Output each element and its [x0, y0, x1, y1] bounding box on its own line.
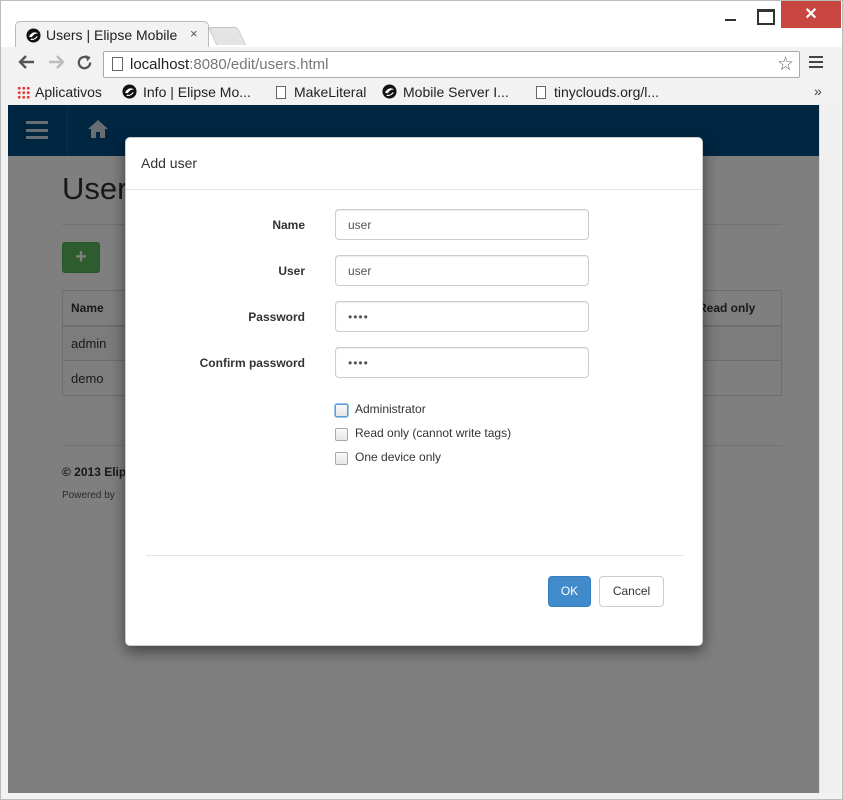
window-close-button[interactable]: ✕ — [781, 1, 841, 28]
bookmark-makeliteral[interactable]: MakeLiteral — [276, 84, 366, 100]
page-icon — [112, 57, 123, 71]
add-user-dialog: Add user Name User Password Confirm pass… — [125, 137, 703, 646]
name-label: Name — [272, 218, 305, 232]
dialog-header-divider — [126, 189, 702, 190]
administrator-checkbox-label[interactable]: Administrator — [355, 402, 426, 416]
cancel-button[interactable]: Cancel — [599, 576, 664, 607]
minimize-button[interactable] — [713, 5, 749, 27]
user-field[interactable] — [335, 255, 589, 286]
page-icon — [536, 86, 546, 99]
reload-icon[interactable] — [76, 54, 93, 74]
elipse-logo-icon — [122, 84, 137, 99]
maximize-button[interactable] — [747, 5, 781, 27]
one-device-checkbox[interactable] — [335, 452, 348, 465]
browser-tab[interactable]: Users | Elipse Mobile × — [15, 21, 209, 48]
bookmark-info-elipse[interactable]: Info | Elipse Mo... — [122, 84, 251, 100]
new-tab-button[interactable] — [207, 27, 247, 45]
address-bar[interactable]: localhost:8080/edit/users.html ☆ — [103, 51, 800, 78]
dialog-footer-divider — [146, 555, 684, 556]
bookmarks-bar: Aplicativos Info | Elipse Mo... MakeLite… — [1, 81, 842, 106]
password-label: Password — [248, 310, 305, 324]
apps-grid-icon — [17, 86, 30, 99]
read-only-checkbox[interactable] — [335, 428, 348, 441]
confirm-password-label: Confirm password — [199, 356, 305, 370]
tab-title: Users | Elipse Mobile — [46, 27, 178, 43]
password-field[interactable] — [335, 301, 589, 332]
user-label: User — [278, 264, 305, 278]
page-icon — [276, 86, 286, 99]
elipse-logo-icon — [382, 84, 397, 99]
tab-close-icon[interactable]: × — [190, 26, 198, 41]
browser-menu-icon[interactable] — [809, 56, 823, 68]
administrator-checkbox[interactable] — [335, 404, 348, 417]
bookmark-mobile-server[interactable]: Mobile Server I... — [382, 84, 509, 100]
title-bar: Users | Elipse Mobile × ✕ — [1, 1, 842, 48]
scrollbar[interactable] — [819, 105, 840, 793]
elipse-logo-icon — [26, 28, 41, 46]
ok-button[interactable]: OK — [548, 576, 591, 607]
back-arrow-icon[interactable] — [18, 54, 36, 73]
one-device-checkbox-label[interactable]: One device only — [355, 450, 441, 464]
bookmark-tinyclouds[interactable]: tinyclouds.org/l... — [536, 84, 659, 100]
bookmark-apps[interactable]: Aplicativos — [17, 84, 102, 100]
name-field[interactable] — [335, 209, 589, 240]
confirm-password-field[interactable] — [335, 347, 589, 378]
url-text: localhost:8080/edit/users.html — [130, 56, 329, 73]
page-viewport: Users + Name Read only admin demo © 2013… — [8, 105, 819, 793]
browser-toolbar: localhost:8080/edit/users.html ☆ — [1, 47, 842, 81]
bookmark-star-icon[interactable]: ☆ — [777, 53, 794, 76]
read-only-checkbox-label[interactable]: Read only (cannot write tags) — [355, 426, 511, 440]
bookmarks-overflow-icon[interactable]: » — [814, 83, 822, 99]
forward-arrow-icon[interactable] — [47, 54, 65, 73]
dialog-title: Add user — [141, 155, 198, 171]
